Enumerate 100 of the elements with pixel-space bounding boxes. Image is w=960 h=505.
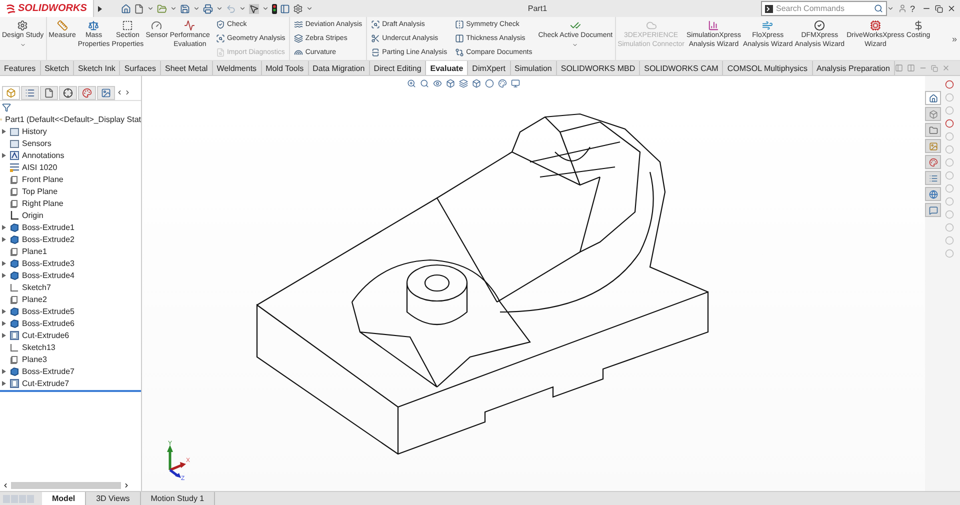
ribbon-tab[interactable]: Sketch Ink: [74, 61, 120, 75]
tree-item[interactable]: History: [0, 125, 141, 137]
caret-icon[interactable]: [238, 5, 246, 12]
caret-icon[interactable]: [170, 5, 177, 12]
eye-icon[interactable]: [433, 79, 442, 88]
panel-tab[interactable]: [78, 86, 96, 100]
expand-arrow-icon[interactable]: [2, 224, 6, 230]
task-pane-tab[interactable]: [925, 203, 941, 217]
tree-item[interactable]: Plane2: [0, 293, 141, 305]
tree-item[interactable]: Front Plane: [0, 173, 141, 185]
tree-item[interactable]: Cut-Extrude7: [0, 377, 141, 389]
tree-item[interactable]: Boss-Extrude2: [0, 233, 141, 245]
model-tab[interactable]: Model: [42, 492, 86, 505]
scroll-left-icon[interactable]: [2, 482, 9, 488]
task-pane-tab[interactable]: [925, 123, 941, 137]
print-icon[interactable]: [202, 4, 213, 14]
caret-icon[interactable]: [216, 5, 223, 12]
ribbon-tab[interactable]: Sketch: [40, 61, 74, 75]
caret-icon[interactable]: [20, 42, 26, 48]
tree-item[interactable]: Plane3: [0, 353, 141, 365]
tree-item[interactable]: Sketch7: [0, 281, 141, 293]
more-button[interactable]: »: [948, 34, 960, 44]
caret-icon[interactable]: [146, 5, 154, 12]
search-field[interactable]: Search Commands: [760, 1, 887, 16]
tree-item[interactable]: Origin: [0, 209, 141, 221]
cube-icon[interactable]: [472, 79, 481, 88]
tree-item[interactable]: Boss-Extrude3: [0, 257, 141, 269]
expand-arrow-icon[interactable]: [2, 236, 6, 242]
tree-item[interactable]: Boss-Extrude1: [0, 221, 141, 233]
tree-item[interactable]: Top Plane: [0, 185, 141, 197]
expand-arrow-icon[interactable]: [2, 128, 6, 134]
ribbon-tab[interactable]: DimXpert: [468, 61, 511, 75]
tree-item[interactable]: Annotations: [0, 149, 141, 161]
search-icon[interactable]: [420, 79, 429, 88]
filter-icon[interactable]: [2, 102, 11, 112]
tree-item[interactable]: Boss-Extrude7: [0, 365, 141, 377]
ribbon-tab[interactable]: Data Migration: [308, 61, 370, 75]
ribbon-tab[interactable]: Sheet Metal: [160, 61, 213, 75]
expand-arrow-icon[interactable]: [2, 380, 6, 386]
new-document-icon[interactable]: [134, 4, 144, 14]
restore-icon[interactable]: [935, 4, 943, 12]
ribbon-tab[interactable]: Analysis Preparation: [812, 61, 895, 75]
expand-arrow-icon[interactable]: [2, 320, 6, 326]
user-icon[interactable]: [898, 4, 907, 13]
tree-item[interactable]: Sensors: [0, 137, 141, 149]
expand-arrow-icon[interactable]: [2, 272, 6, 278]
select-pointer-icon[interactable]: [248, 4, 259, 14]
zoom-icon[interactable]: [407, 79, 416, 88]
task-pane-tab[interactable]: [925, 155, 941, 169]
task-pane-tab[interactable]: [925, 187, 941, 201]
expand-arrow-icon[interactable]: [2, 152, 6, 158]
expand-arrow-icon[interactable]: [96, 4, 103, 12]
tree-item[interactable]: Cut-Extrude6: [0, 329, 141, 341]
ribbon-tab[interactable]: Simulation: [510, 61, 557, 75]
scroll-left-icon[interactable]: [116, 89, 123, 96]
save-icon[interactable]: [180, 4, 190, 14]
ribbon-tab[interactable]: Surfaces: [120, 61, 161, 75]
expand-arrow-icon[interactable]: [2, 308, 6, 314]
ribbon-tab[interactable]: Evaluate: [426, 61, 468, 75]
traffic-light-icon[interactable]: [272, 4, 277, 14]
home-icon[interactable]: [120, 4, 131, 14]
help-button[interactable]: ?: [910, 4, 915, 14]
scroll-right-icon[interactable]: [124, 89, 131, 96]
palette-icon[interactable]: [498, 79, 507, 88]
tree-item[interactable]: Boss-Extrude5: [0, 305, 141, 317]
monitor-icon[interactable]: [511, 79, 520, 88]
panel-tab[interactable]: [59, 86, 77, 100]
panel-tab[interactable]: [97, 86, 115, 100]
ribbon-tab[interactable]: COMSOL Multiphysics: [723, 61, 813, 75]
ribbon-tab[interactable]: SOLIDWORKS MBD: [556, 61, 640, 75]
caret-icon[interactable]: [572, 42, 578, 48]
expand-arrow-icon[interactable]: [2, 332, 6, 338]
tree-item[interactable]: Boss-Extrude6: [0, 317, 141, 329]
close-icon[interactable]: [947, 4, 956, 13]
tile-icon[interactable]: [906, 64, 915, 72]
task-pane-tab[interactable]: [925, 91, 941, 105]
tree-item[interactable]: AISI 1020: [0, 161, 141, 173]
caret-icon[interactable]: [192, 5, 200, 12]
sphere-icon[interactable]: [485, 79, 494, 88]
ribbon-tab[interactable]: Features: [0, 61, 41, 75]
search-icon[interactable]: [874, 4, 883, 13]
scrollbar-thumb[interactable]: [11, 482, 121, 488]
tree-item[interactable]: Sketch13: [0, 341, 141, 353]
caret-icon[interactable]: [886, 5, 894, 12]
expand-arrow-icon[interactable]: [2, 260, 6, 266]
scroll-right-icon[interactable]: [123, 482, 130, 488]
panel-tab[interactable]: [40, 86, 58, 100]
tree-item[interactable]: Right Plane: [0, 197, 141, 209]
tree-root[interactable]: Part1 (Default<<Default>_Display Stat: [0, 113, 141, 125]
open-folder-icon[interactable]: [156, 4, 167, 14]
tree-item[interactable]: Boss-Extrude4: [0, 269, 141, 281]
ribbon-tab[interactable]: Weldments: [212, 61, 262, 75]
cube-icon[interactable]: [446, 79, 455, 88]
task-pane-tab[interactable]: [925, 171, 941, 185]
tree-item[interactable]: Plane1: [0, 245, 141, 257]
panel-tab[interactable]: [21, 86, 39, 100]
caret-icon[interactable]: [306, 5, 313, 12]
tile-icon[interactable]: [894, 64, 903, 72]
panel-icon[interactable]: [280, 4, 290, 14]
expand-arrow-icon[interactable]: [2, 368, 6, 374]
